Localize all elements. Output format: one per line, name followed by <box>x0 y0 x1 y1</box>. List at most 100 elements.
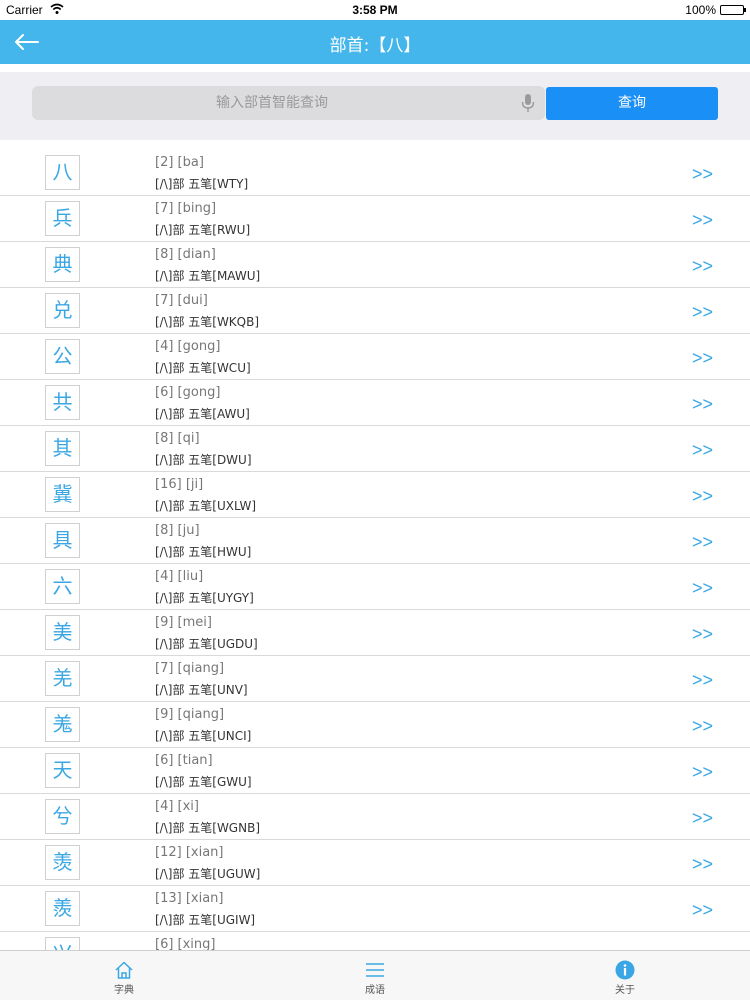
radical-wubi-text: [/\]部 五笔[UGDU] <box>155 637 258 651</box>
character-box: 典 <box>45 247 80 282</box>
detail-arrow-icon[interactable]: >> <box>692 854 713 875</box>
list-item[interactable]: 兵 [7] [bing] [/\]部 五笔[RWU] >> <box>0 196 750 242</box>
radical-wubi-text: [/\]部 五笔[UYGY] <box>155 591 254 605</box>
list-item[interactable]: 兑 [7] [dui] [/\]部 五笔[WKQB] >> <box>0 288 750 334</box>
character-box: 兵 <box>45 201 80 236</box>
clock: 3:58 PM <box>352 3 398 17</box>
detail-arrow-icon[interactable]: >> <box>692 670 713 691</box>
list-item[interactable]: 美 [9] [mei] [/\]部 五笔[UGDU] >> <box>0 610 750 656</box>
list-item[interactable]: 天 [6] [tian] [/\]部 五笔[GWU] >> <box>0 748 750 794</box>
detail-arrow-icon[interactable]: >> <box>692 210 713 231</box>
character-box: 八 <box>45 155 80 190</box>
list-item[interactable]: 兴 [6] [xing] >> <box>0 932 750 950</box>
list-item[interactable]: 兮 [4] [xi] [/\]部 五笔[WGNB] >> <box>0 794 750 840</box>
list-icon <box>366 963 384 977</box>
list-item[interactable]: 羗 [9] [qiang] [/\]部 五笔[UNCI] >> <box>0 702 750 748</box>
detail-arrow-icon[interactable]: >> <box>692 348 713 369</box>
radical-wubi-text: [/\]部 五笔[UXLW] <box>155 499 257 513</box>
detail-arrow-icon[interactable]: >> <box>692 440 713 461</box>
character-box: 美 <box>45 615 80 650</box>
stroke-pinyin-text: [9] [mei] <box>155 615 212 630</box>
search-button[interactable]: 查询 <box>546 87 718 120</box>
list-item[interactable]: 共 [6] [gong] [/\]部 五笔[AWU] >> <box>0 380 750 426</box>
tab-label: 字典 <box>114 985 134 996</box>
stroke-pinyin-text: [8] [dian] <box>155 247 216 262</box>
detail-arrow-icon[interactable]: >> <box>692 302 713 323</box>
tab-bar: 字典 成语 关于 <box>0 950 750 1000</box>
detail-arrow-icon[interactable]: >> <box>692 532 713 553</box>
radical-wubi-text: [/\]部 五笔[DWU] <box>155 453 252 467</box>
list-item[interactable]: 羡 [12] [xian] [/\]部 五笔[UGUW] >> <box>0 840 750 886</box>
detail-arrow-icon[interactable]: >> <box>692 394 713 415</box>
info-icon <box>615 960 635 980</box>
character-box: 兴 <box>45 937 80 950</box>
stroke-pinyin-text: [7] [bing] <box>155 201 217 216</box>
microphone-icon[interactable] <box>521 93 535 113</box>
tab-about[interactable]: 关于 <box>565 951 685 1000</box>
list-item[interactable]: 八 [2] [ba] [/\]部 五笔[WTY] >> <box>0 150 750 196</box>
radical-wubi-text: [/\]部 五笔[UNCI] <box>155 729 252 743</box>
search-box <box>32 86 545 120</box>
radical-wubi-text: [/\]部 五笔[GWU] <box>155 775 252 789</box>
radical-wubi-text: [/\]部 五笔[UGIW] <box>155 913 256 927</box>
list-item[interactable]: 公 [4] [gong] [/\]部 五笔[WCU] >> <box>0 334 750 380</box>
list-item[interactable]: 冀 [16] [ji] [/\]部 五笔[UXLW] >> <box>0 472 750 518</box>
list-item[interactable]: 羨 [13] [xian] [/\]部 五笔[UGIW] >> <box>0 886 750 932</box>
tab-idioms[interactable]: 成语 <box>315 951 435 1000</box>
stroke-pinyin-text: [6] [tian] <box>155 753 213 768</box>
radical-wubi-text: [/\]部 五笔[WCU] <box>155 361 251 375</box>
stroke-pinyin-text: [4] [xi] <box>155 799 199 814</box>
stroke-pinyin-text: [4] [liu] <box>155 569 204 584</box>
radical-wubi-text: [/\]部 五笔[UGUW] <box>155 867 261 881</box>
stroke-pinyin-text: [7] [qiang] <box>155 661 225 676</box>
character-box: 羡 <box>45 845 80 880</box>
search-input[interactable] <box>32 86 512 120</box>
status-bar: Carrier 3:58 PM 100% <box>0 0 750 20</box>
detail-arrow-icon[interactable]: >> <box>692 900 713 921</box>
detail-arrow-icon[interactable]: >> <box>692 256 713 277</box>
radical-wubi-text: [/\]部 五笔[RWU] <box>155 223 251 237</box>
detail-arrow-icon[interactable]: >> <box>692 624 713 645</box>
character-box: 六 <box>45 569 80 604</box>
stroke-pinyin-text: [2] [ba] <box>155 155 204 170</box>
page-title: 部首:【八】 <box>329 36 421 56</box>
list-item[interactable]: 具 [8] [ju] [/\]部 五笔[HWU] >> <box>0 518 750 564</box>
radical-wubi-text: [/\]部 五笔[HWU] <box>155 545 252 559</box>
stroke-pinyin-text: [8] [ju] <box>155 523 200 538</box>
radical-wubi-text: [/\]部 五笔[WKQB] <box>155 315 260 329</box>
character-box: 公 <box>45 339 80 374</box>
character-box: 具 <box>45 523 80 558</box>
detail-arrow-icon[interactable]: >> <box>692 762 713 783</box>
character-box: 其 <box>45 431 80 466</box>
tab-label: 成语 <box>365 985 385 996</box>
character-box: 共 <box>45 385 80 420</box>
stroke-pinyin-text: [7] [dui] <box>155 293 208 308</box>
house-icon <box>115 961 133 979</box>
detail-arrow-icon[interactable]: >> <box>692 486 713 507</box>
character-box: 冀 <box>45 477 80 512</box>
search-area: 查询 <box>0 72 750 140</box>
app-screen: Carrier 3:58 PM 100% 部首:【八】 查询 八 [2 <box>0 0 750 1000</box>
list-item[interactable]: 典 [8] [dian] [/\]部 五笔[MAWU] >> <box>0 242 750 288</box>
stroke-pinyin-text: [9] [qiang] <box>155 707 225 722</box>
stroke-pinyin-text: [16] [ji] <box>155 477 204 492</box>
detail-arrow-icon[interactable]: >> <box>692 808 713 829</box>
list-item[interactable]: 羌 [7] [qiang] [/\]部 五笔[UNV] >> <box>0 656 750 702</box>
character-box: 天 <box>45 753 80 788</box>
tab-dictionary[interactable]: 字典 <box>64 951 184 1000</box>
character-box: 羨 <box>45 891 80 926</box>
radical-wubi-text: [/\]部 五笔[WGNB] <box>155 821 261 835</box>
stroke-pinyin-text: [6] [gong] <box>155 385 221 400</box>
navigation-bar: 部首:【八】 <box>0 20 750 64</box>
stroke-pinyin-text: [12] [xian] <box>155 845 224 860</box>
stroke-pinyin-text: [6] [xing] <box>155 937 216 950</box>
radical-wubi-text: [/\]部 五笔[UNV] <box>155 683 248 697</box>
detail-arrow-icon[interactable]: >> <box>692 164 713 185</box>
detail-arrow-icon[interactable]: >> <box>692 578 713 599</box>
detail-arrow-icon[interactable]: >> <box>692 716 713 737</box>
stroke-pinyin-text: [8] [qi] <box>155 431 200 446</box>
list-item[interactable]: 六 [4] [liu] [/\]部 五笔[UYGY] >> <box>0 564 750 610</box>
stroke-pinyin-text: [13] [xian] <box>155 891 224 906</box>
radical-wubi-text: [/\]部 五笔[AWU] <box>155 407 250 421</box>
list-item[interactable]: 其 [8] [qi] [/\]部 五笔[DWU] >> <box>0 426 750 472</box>
